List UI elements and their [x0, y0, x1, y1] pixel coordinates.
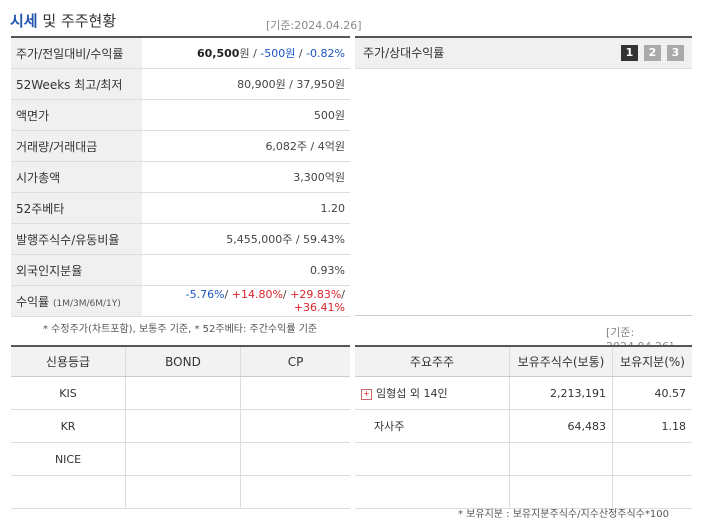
credit-rating-table: 신용등급 BOND CP KIS KR NICE — [11, 345, 350, 509]
chart-period-buttons: 1 2 3 — [621, 45, 684, 61]
table-row: 주가/전일대비/수익률 60,500원 / -500원 / -0.82% — [11, 37, 350, 69]
row-value: 3,300억원 — [142, 161, 350, 193]
row-value: 0.93% — [142, 254, 350, 286]
table-row: 발행주식수/유동비율 5,455,000주 / 59.43% — [11, 223, 350, 255]
column-header: CP — [240, 346, 350, 377]
returns-periods: (1M/3M/6M/1Y) — [52, 298, 121, 309]
stake-percent — [612, 442, 692, 476]
shareholder-name — [355, 475, 510, 509]
cp-rating — [240, 376, 350, 410]
current-price: 60,500 — [197, 47, 240, 60]
value-separator: / — [295, 47, 307, 60]
row-value: 6,082주 / 4억원 — [142, 130, 350, 162]
price-unit: 원 — [239, 47, 250, 60]
table-row: 외국인지분율 0.93% — [11, 254, 350, 286]
shareholder-cell: + 임형섭 외 14인 — [355, 376, 510, 410]
row-label: 외국인지분율 — [11, 254, 142, 286]
table-row: 52Weeks 최고/최저 80,900원 / 37,950원 — [11, 68, 350, 100]
table-row: KIS — [11, 376, 350, 410]
table-row — [11, 475, 350, 509]
cp-rating — [240, 409, 350, 443]
shareholders-table: 주요주주 보유주식수(보통) 보유지분(%) + 임형섭 외 14인 2,213,… — [355, 345, 692, 509]
shares-held: 2,213,191 — [509, 376, 613, 410]
table-row: 거래량/거래대금 6,082주 / 4억원 — [11, 130, 350, 162]
table-row: + 임형섭 외 14인 2,213,191 40.57 — [355, 376, 692, 410]
info-footnote: * 수정주가(차트포함), 보통주 기준, * 52주베타: 주간수익률 기준 — [43, 324, 318, 335]
return-6m: +29.83% — [290, 288, 342, 301]
shareholder-name — [355, 442, 510, 476]
row-label: 발행주식수/유동비율 — [11, 223, 142, 255]
table-row: NICE — [11, 442, 350, 476]
table-header-row: 신용등급 BOND CP — [11, 346, 350, 377]
column-header: 신용등급 — [11, 346, 126, 377]
chart-panel: 주가/상대수익률 1 2 3 — [355, 36, 692, 317]
return-1y: +36.41% — [293, 301, 345, 314]
chart-button-3[interactable]: 3 — [667, 45, 684, 61]
agency-name: KIS — [11, 376, 126, 410]
column-header: 보유주식수(보통) — [509, 346, 613, 377]
agency-name: KR — [11, 409, 126, 443]
table-row: 수익률 (1M/3M/6M/1Y) -5.76%/ +14.80%/ +29.8… — [11, 285, 350, 317]
info-date: [기준:2024.04.26] — [266, 19, 362, 32]
chart-header: 주가/상대수익률 1 2 3 — [355, 38, 692, 69]
table-row: KR — [11, 409, 350, 443]
shares-held — [509, 442, 613, 476]
agency-name: NICE — [11, 442, 126, 476]
price-change-rate: -0.82% — [306, 47, 345, 60]
column-header: BOND — [125, 346, 241, 377]
chart-title: 주가/상대수익률 — [363, 46, 445, 60]
table-row — [355, 442, 692, 476]
row-label: 수익률 (1M/3M/6M/1Y) — [11, 285, 142, 317]
share-footnote: * 보유지분 : 보유지분주식수/지수산정주식수*100 — [458, 509, 669, 520]
row-value: 5,455,000주 / 59.43% — [142, 223, 350, 255]
bond-rating — [125, 475, 241, 509]
table-row: 자사주 64,483 1.18 — [355, 409, 692, 443]
stake-percent — [612, 475, 692, 509]
stake-percent: 40.57 — [612, 376, 692, 410]
row-label: 시가총액 — [11, 161, 142, 193]
row-value: 1.20 — [142, 192, 350, 224]
chart-button-2[interactable]: 2 — [644, 45, 661, 61]
table-row — [355, 475, 692, 509]
table-row: 52주베타 1.20 — [11, 192, 350, 224]
return-3m: +14.80% — [231, 288, 283, 301]
bond-rating — [125, 376, 241, 410]
row-label: 52주베타 — [11, 192, 142, 224]
chart-button-1[interactable]: 1 — [621, 45, 638, 61]
shares-held — [509, 475, 613, 509]
cp-rating — [240, 442, 350, 476]
row-label: 액면가 — [11, 99, 142, 131]
shareholder-name[interactable]: 임형섭 외 14인 — [376, 387, 448, 400]
column-header: 보유지분(%) — [612, 346, 692, 377]
table-header-row: 주요주주 보유주식수(보통) 보유지분(%) — [355, 346, 692, 377]
table-row: 액면가 500원 — [11, 99, 350, 131]
section-title: 시세 및 주주현황 — [10, 10, 116, 31]
return-1m: -5.76% — [185, 288, 225, 301]
table-row: 시가총액 3,300억원 — [11, 161, 350, 193]
returns-value: -5.76%/ +14.80%/ +29.83%/ +36.41% — [142, 285, 350, 317]
section-title-highlight: 시세 — [10, 12, 38, 30]
shareholder-name: 자사주 — [355, 409, 510, 443]
row-value: 80,900원 / 37,950원 — [142, 68, 350, 100]
bond-rating — [125, 442, 241, 476]
row-value: 60,500원 / -500원 / -0.82% — [142, 37, 350, 69]
returns-label: 수익률 — [16, 294, 50, 309]
stake-percent: 1.18 — [612, 409, 692, 443]
row-label: 주가/전일대비/수익률 — [11, 37, 142, 69]
row-label: 거래량/거래대금 — [11, 130, 142, 162]
row-value: 500원 — [142, 99, 350, 131]
value-separator: / — [249, 47, 261, 60]
expand-plus-icon[interactable]: + — [361, 388, 372, 400]
section-title-rest: 및 주주현황 — [37, 12, 117, 30]
price-info-table: 주가/전일대비/수익률 60,500원 / -500원 / -0.82% 52W… — [11, 36, 350, 317]
cp-rating — [240, 475, 350, 509]
column-header: 주요주주 — [355, 346, 510, 377]
row-label: 52Weeks 최고/최저 — [11, 68, 142, 100]
chart-divider — [355, 315, 692, 316]
shares-held: 64,483 — [509, 409, 613, 443]
agency-name — [11, 475, 126, 509]
price-change: -500원 — [260, 47, 296, 60]
bond-rating — [125, 409, 241, 443]
